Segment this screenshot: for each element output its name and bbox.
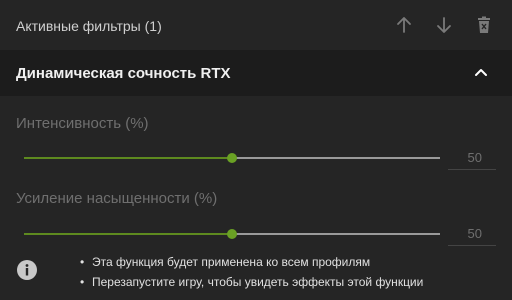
- chevron-up-icon: [475, 69, 487, 76]
- move-down-button[interactable]: [434, 15, 454, 35]
- arrow-down-icon: [437, 17, 451, 33]
- saturation-boost-value: 50: [467, 226, 482, 241]
- intensity-value: 50: [467, 150, 482, 165]
- delete-button[interactable]: [474, 15, 494, 35]
- move-up-button[interactable]: [394, 15, 414, 35]
- saturation-boost-label: Усиление насыщенности (%): [16, 190, 218, 207]
- info-note: Эта функция будет применена ко всем проф…: [80, 252, 423, 272]
- slider-fill: [24, 233, 232, 235]
- slider-thumb[interactable]: [227, 229, 237, 239]
- trash-icon: [478, 16, 490, 33]
- arrow-up-icon: [397, 17, 411, 33]
- intensity-label: Интенсивность (%): [16, 115, 149, 132]
- info-note: Перезапустите игру, чтобы увидеть эффект…: [80, 272, 423, 292]
- slider-fill: [24, 157, 232, 159]
- info-icon: [17, 260, 37, 280]
- slider-thumb[interactable]: [227, 153, 237, 163]
- intensity-slider[interactable]: [24, 151, 440, 165]
- intensity-value-field[interactable]: 50: [448, 147, 496, 170]
- filter-section-header[interactable]: Динамическая сочность RTX: [0, 50, 512, 96]
- active-filters-title: Активные фильтры (1): [16, 18, 162, 34]
- info-notes: Эта функция будет применена ко всем проф…: [80, 252, 423, 292]
- filter-title: Динамическая сочность RTX: [16, 65, 231, 82]
- active-filters-header: Активные фильтры (1): [0, 0, 512, 50]
- saturation-boost-value-field[interactable]: 50: [448, 223, 496, 246]
- collapse-button[interactable]: [472, 64, 490, 82]
- saturation-boost-slider[interactable]: [24, 227, 440, 241]
